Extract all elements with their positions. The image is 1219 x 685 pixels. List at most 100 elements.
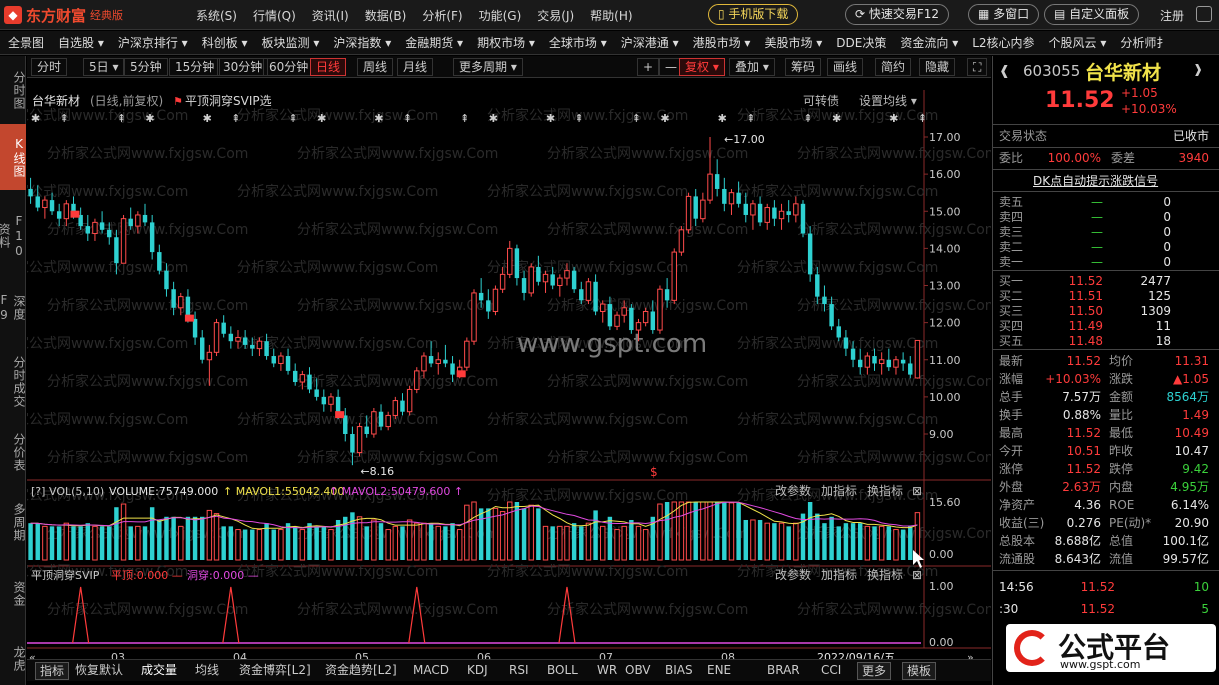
sidebar-tab-8[interactable]: 龙虎 (0, 634, 26, 684)
indicator-tab-7[interactable]: KDJ (467, 662, 488, 680)
indicator-tab-17[interactable]: 模板 (902, 662, 937, 680)
nav-item-13[interactable]: 资金流向 ▾ (900, 34, 958, 51)
scroll-left-icon[interactable]: « (29, 651, 36, 659)
period-tab-1[interactable]: 5日 ▾ (83, 58, 125, 76)
sidebar-tab-6[interactable]: 多周期 (0, 492, 26, 552)
nav-item-1[interactable]: 自选股 ▾ (58, 34, 104, 51)
period-tab-9[interactable]: 更多周期 ▾ (453, 58, 523, 76)
indicator-tab-5[interactable]: 资金趋势[L2] (325, 662, 397, 680)
period-tab-0[interactable]: 分时 (31, 58, 68, 76)
ind-close-icon[interactable]: ⊠ (912, 568, 922, 582)
chart-tool-0[interactable]: + (637, 58, 660, 76)
menu-item-3[interactable]: 数据(B) (365, 7, 407, 24)
sidebar-tab-0[interactable]: 分时图 (0, 64, 26, 116)
expand-icon[interactable]: ❱ (1193, 62, 1203, 76)
nav-item-16[interactable]: 分析师扌 (1120, 34, 1168, 51)
period-tab-3[interactable]: 15分钟 (169, 58, 221, 76)
indicator-tab-1[interactable]: 恢复默认 (75, 662, 123, 680)
menu-item-4[interactable]: 分析(F) (422, 7, 462, 24)
menu-item-1[interactable]: 行情(Q) (253, 7, 296, 24)
indicator-tab-0[interactable]: 指标 (35, 662, 70, 680)
user-icon[interactable] (1196, 6, 1212, 22)
sidebar-tab-4[interactable]: 分时成交 (0, 348, 26, 416)
period-tab-7[interactable]: 周线 (357, 58, 394, 76)
indicator-tab-10[interactable]: WR (597, 662, 617, 680)
sidebar-tab-5[interactable]: 分价表 (0, 426, 26, 478)
period-tab-8[interactable]: 月线 (397, 58, 434, 76)
vol-btn-0[interactable]: 改参数 (775, 483, 811, 498)
menu-item-7[interactable]: 帮助(H) (590, 7, 632, 24)
ind-btn-2[interactable]: 换指标 (867, 567, 903, 582)
chart-indicator-label[interactable]: 平顶洞穿SVIP选 (185, 93, 272, 108)
nav-item-4[interactable]: 板块监测 ▾ (262, 34, 320, 51)
candle-body (864, 355, 871, 368)
indicator-tab-15[interactable]: CCI (821, 662, 841, 680)
nav-item-11[interactable]: 美股市场 ▾ (764, 34, 822, 51)
indicator-tab-6[interactable]: MACD (413, 662, 449, 680)
sidebar-tab-3[interactable]: 深度F9 (0, 282, 26, 334)
period-tab-6[interactable]: 日线 (310, 58, 347, 76)
sidebar-tab-2[interactable]: F10资料 (0, 206, 26, 266)
sidebar-tab-1[interactable]: K线图 (0, 124, 26, 190)
menu-item-0[interactable]: 系统(S) (196, 7, 237, 24)
indicator-tab-14[interactable]: BRAR (767, 662, 800, 680)
collapse-icon[interactable]: ❰ (999, 64, 1010, 79)
vol-btn-2[interactable]: 换指标 (867, 483, 903, 498)
multi-window-button[interactable]: ▦ 多窗口 (968, 4, 1040, 25)
nav-item-5[interactable]: 沪深指数 ▾ (333, 34, 391, 51)
indicator-tab-12[interactable]: BIAS (665, 662, 693, 680)
menu-item-6[interactable]: 交易(J) (537, 7, 574, 24)
nav-item-7[interactable]: 期权市场 ▾ (477, 34, 535, 51)
fast-trade-button[interactable]: ⟳ 快速交易F12 (845, 4, 950, 25)
sidebar-tab-7[interactable]: 资金 (0, 568, 26, 620)
nav-item-10[interactable]: 港股市场 ▾ (693, 34, 751, 51)
fullscreen-icon[interactable]: ⛶ (967, 58, 988, 76)
nav-item-3[interactable]: 科创板 ▾ (202, 34, 248, 51)
nav-item-15[interactable]: 个股风云 ▾ (1049, 34, 1107, 51)
mobile-download-button[interactable]: ▯ 手机版下载 (708, 4, 799, 25)
indicator-tab-4[interactable]: 资金博弈[L2] (239, 662, 311, 680)
indicator-tab-3[interactable]: 均线 (195, 662, 219, 680)
ind-btn-1[interactable]: 加指标 (821, 567, 857, 582)
chart-tool-5[interactable]: 画线 (827, 58, 864, 76)
watermark-text: 分析家公式网www.fxjgsw.Com (297, 601, 498, 618)
volume-bar (299, 529, 306, 561)
nav-item-2[interactable]: 沪深京排行 ▾ (118, 34, 188, 51)
chart-tool-2[interactable]: 复权 ▾ (679, 58, 725, 76)
kline-chart[interactable]: 分析家公式网www.fxjgsw.Com 分析家公式网www.fxjgsw.Com… (27, 79, 991, 659)
scroll-right-icon[interactable]: » (967, 651, 974, 659)
volume-bar (406, 519, 413, 561)
period-tab-2[interactable]: 5分钟 (124, 58, 168, 76)
register-link[interactable]: 注册 (1160, 7, 1184, 24)
quote-row: 委比 100.00% 委差 3940 (999, 149, 1215, 167)
dk-signal-link[interactable]: DK点自动提示涨跌信号 (1033, 172, 1158, 189)
indicator-tab-16[interactable]: 更多 (857, 662, 892, 680)
vol-btn-1[interactable]: 加指标 (821, 483, 857, 498)
ma-settings-link[interactable]: 设置均线 ▾ (859, 94, 917, 108)
convertible-bond-link[interactable]: 可转债 (803, 93, 839, 108)
nav-item-9[interactable]: 沪深港通 ▾ (621, 34, 679, 51)
custom-panel-button[interactable]: ▤ 自定义面板 (1044, 4, 1140, 25)
indicator-tab-2[interactable]: 成交量 (141, 662, 177, 680)
period-tab-4[interactable]: 30分钟 (217, 58, 269, 76)
indicator-tab-11[interactable]: OBV (625, 662, 651, 680)
chart-tool-7[interactable]: 隐藏 (919, 58, 956, 76)
indicator-tab-9[interactable]: BOLL (547, 662, 578, 680)
ind-btn-0[interactable]: 改参数 (775, 567, 811, 582)
indicator-tab-13[interactable]: ENE (707, 662, 731, 680)
nav-item-14[interactable]: L2核心内参 (972, 34, 1034, 51)
nav-item-12[interactable]: DDE决策 (836, 34, 886, 51)
indicator-tab-8[interactable]: RSI (509, 662, 529, 680)
period-tab-5[interactable]: 60分钟 (263, 58, 315, 76)
nav-item-8[interactable]: 全球市场 ▾ (549, 34, 607, 51)
chart-tool-4[interactable]: 筹码 (785, 58, 822, 76)
nav-item-0[interactable]: 全景图 (8, 34, 44, 51)
chart-tool-3[interactable]: 叠加 ▾ (729, 58, 775, 76)
nav-item-6[interactable]: 金融期货 ▾ (405, 34, 463, 51)
menu-item-2[interactable]: 资讯(I) (312, 7, 349, 24)
vol-help-icon[interactable]: [?] (31, 485, 45, 498)
vol-close-icon[interactable]: ⊠ (912, 484, 922, 498)
chart-tool-6[interactable]: 简约 (875, 58, 912, 76)
menu-item-5[interactable]: 功能(G) (479, 7, 522, 24)
watermark-text: 分析家公式网www.fxjgsw.Com (27, 411, 188, 428)
